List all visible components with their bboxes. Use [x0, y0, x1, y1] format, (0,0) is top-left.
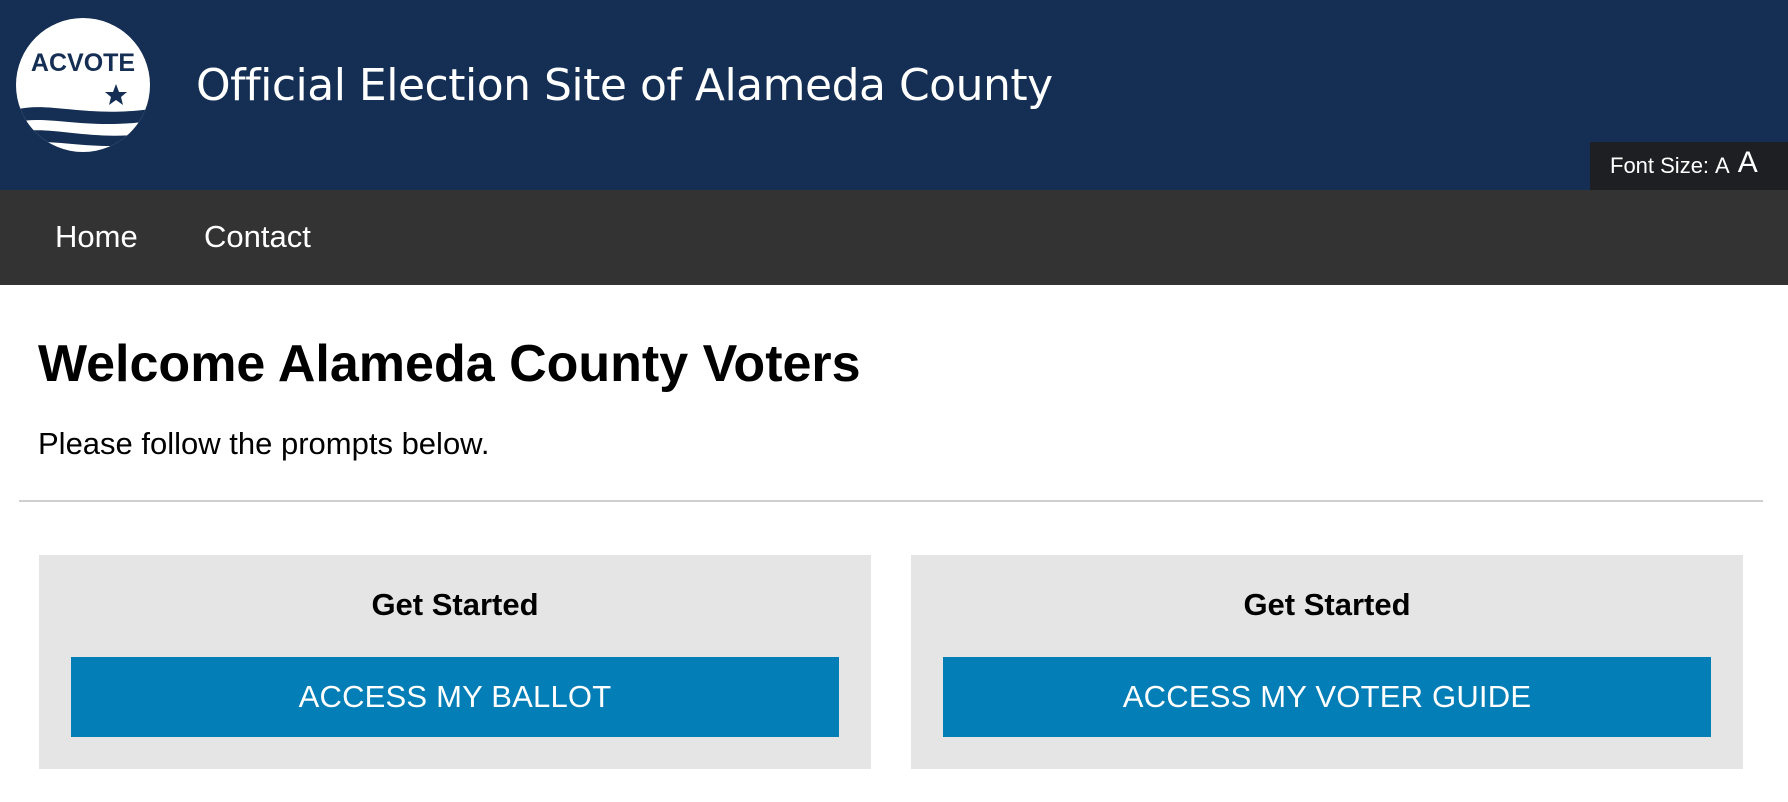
- access-ballot-button[interactable]: ACCESS MY BALLOT: [71, 657, 839, 737]
- voter-guide-card: Get Started ACCESS MY VOTER GUIDE: [911, 555, 1743, 769]
- ballot-card: Get Started ACCESS MY BALLOT: [39, 555, 871, 769]
- main-nav: Home Contact: [0, 190, 1788, 285]
- card-heading: Get Started: [371, 587, 539, 622]
- card-heading: Get Started: [1243, 587, 1411, 622]
- site-header: ACVOTE Official Election Site of Alameda…: [0, 0, 1788, 190]
- access-voter-guide-button[interactable]: ACCESS MY VOTER GUIDE: [943, 657, 1711, 737]
- nav-item-contact[interactable]: Contact: [204, 218, 311, 256]
- font-size-large-button[interactable]: A: [1738, 146, 1758, 180]
- logo-text: ACVOTE: [31, 49, 135, 77]
- font-size-label: Font Size:: [1610, 153, 1710, 178]
- divider: [19, 500, 1763, 502]
- page-subtitle: Please follow the prompts below.: [38, 426, 490, 461]
- acvote-logo[interactable]: ACVOTE: [14, 16, 152, 154]
- site-title: Official Election Site of Alameda County: [196, 60, 1053, 111]
- nav-item-home[interactable]: Home: [55, 218, 138, 256]
- font-size-control: Font Size: A A: [1590, 142, 1788, 190]
- font-size-small-button[interactable]: A: [1715, 153, 1730, 179]
- page-title: Welcome Alameda County Voters: [38, 335, 861, 393]
